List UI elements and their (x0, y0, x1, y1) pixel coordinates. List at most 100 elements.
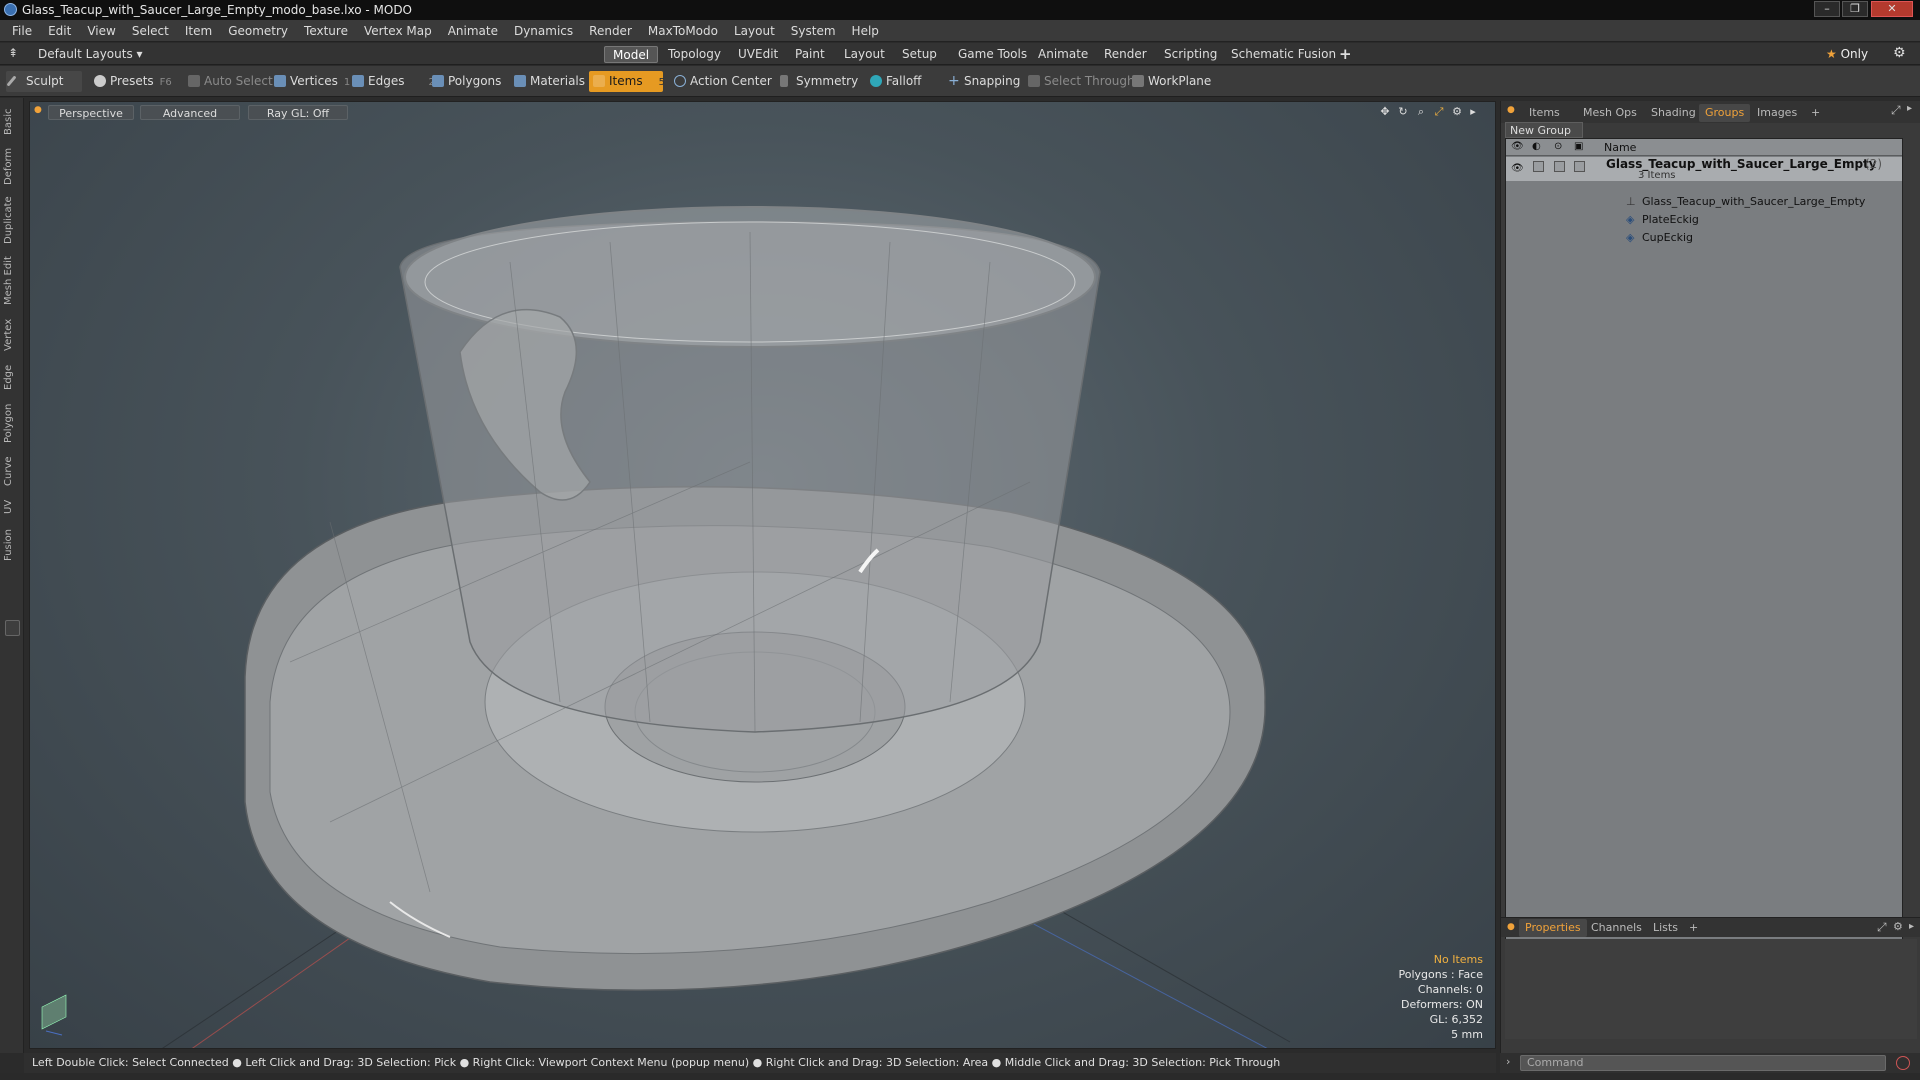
command-input[interactable]: Command (1520, 1055, 1886, 1071)
tab-animate[interactable]: Animate (1030, 46, 1096, 63)
tab-setup[interactable]: Setup (894, 46, 945, 63)
tab-scripting[interactable]: Scripting (1156, 46, 1225, 63)
new-group-button[interactable]: New Group (1505, 122, 1583, 138)
add-properties-tab-button[interactable]: + (1683, 919, 1704, 937)
left-panel-toggle[interactable] (5, 620, 20, 636)
perspective-dropdown[interactable]: Perspective (48, 105, 134, 120)
name-column-header[interactable]: Name (1604, 141, 1636, 154)
properties-maximize-icon[interactable]: ⤢ (1877, 920, 1887, 935)
viewport-expand-arrow-icon[interactable]: ▸ (1466, 105, 1480, 119)
vtab-curve[interactable]: Curve (3, 454, 21, 488)
group-visibility-eye-icon[interactable]: 👁 (1511, 160, 1524, 178)
tab-schematic-fusion[interactable]: Schematic Fusion (1223, 46, 1344, 63)
close-button[interactable]: ✕ (1871, 1, 1913, 17)
settings-gear-icon[interactable]: ⚙ (1893, 45, 1906, 61)
maximize-button[interactable]: ❐ (1842, 1, 1868, 17)
presets-button[interactable]: Presets F6 (90, 71, 172, 92)
raygl-toggle[interactable]: Ray GL: Off (248, 105, 348, 120)
vtab-basic[interactable]: Basic (3, 106, 21, 138)
group-select-toggle[interactable] (1574, 161, 1585, 172)
edges-button[interactable]: Edges2 (348, 71, 435, 92)
vtab-vertex[interactable]: Vertex (3, 316, 21, 354)
select-through-button[interactable]: Select Through (1024, 71, 1135, 92)
group-render-toggle[interactable] (1533, 161, 1544, 172)
tab-layout[interactable]: Layout (836, 46, 893, 63)
tab-render[interactable]: Render (1096, 46, 1155, 63)
select-column-icon[interactable]: ▣ (1574, 141, 1583, 152)
menu-item[interactable]: Item (177, 20, 220, 42)
vtab-duplicate[interactable]: Duplicate (3, 194, 21, 246)
snapping-button[interactable]: + Snapping (944, 71, 1020, 92)
tab-mesh-ops[interactable]: Mesh Ops (1577, 104, 1643, 122)
vtab-mesh-edit[interactable]: Mesh Edit (3, 254, 21, 308)
render-column-icon[interactable]: ◐ (1532, 141, 1541, 152)
materials-button[interactable]: Materials (510, 71, 585, 92)
properties-menu-dot-icon[interactable]: ● (1507, 922, 1515, 932)
vtab-edge[interactable]: Edge (3, 362, 21, 392)
menu-geometry[interactable]: Geometry (220, 20, 296, 42)
falloff-button[interactable]: Falloff (866, 71, 921, 92)
layout-menu-icon[interactable]: ⇞ (8, 46, 18, 60)
menu-edit[interactable]: Edit (40, 20, 79, 42)
polygons-button[interactable]: Polygons (428, 71, 501, 92)
sculpt-button[interactable]: Sculpt (6, 71, 82, 92)
panel-maximize-icon[interactable]: ⤢ (1891, 103, 1901, 118)
add-panel-tab-button[interactable]: + (1805, 104, 1826, 122)
zoom-icon[interactable]: ⌕ (1414, 105, 1428, 119)
vtab-fusion[interactable]: Fusion (3, 526, 21, 564)
rotate-view-icon[interactable]: ↻ (1396, 105, 1410, 119)
menu-layout[interactable]: Layout (726, 20, 783, 42)
tab-properties[interactable]: Properties (1519, 919, 1587, 937)
group-lock-toggle[interactable] (1554, 161, 1565, 172)
action-center-button[interactable]: Action Center (670, 71, 772, 92)
command-history-arrow-icon[interactable]: › (1506, 1055, 1510, 1068)
properties-arrow-icon[interactable]: ▸ (1909, 921, 1914, 932)
panel-arrow-icon[interactable]: ▸ (1907, 103, 1912, 114)
tab-lists[interactable]: Lists (1647, 919, 1684, 937)
vtab-polygon[interactable]: Polygon (3, 400, 21, 446)
symmetry-button[interactable]: Symmetry (776, 71, 858, 92)
add-tab-button[interactable]: + (1331, 46, 1360, 63)
menu-file[interactable]: File (0, 20, 40, 42)
tab-images[interactable]: Images (1751, 104, 1803, 122)
tab-items[interactable]: Items (1523, 104, 1566, 122)
menu-texture[interactable]: Texture (296, 20, 356, 42)
group-child-row[interactable]: ⊥ Glass_Teacup_with_Saucer_Large_Empty (1506, 193, 1902, 211)
lock-column-icon[interactable]: ⊙ (1554, 141, 1562, 152)
menu-dynamics[interactable]: Dynamics (506, 20, 581, 42)
menu-maxtomodo[interactable]: MaxToModo (640, 20, 726, 42)
group-row[interactable]: 👁 Glass_Teacup_with_Saucer_Large_Empty (… (1506, 157, 1902, 181)
pan-icon[interactable]: ✥ (1378, 105, 1392, 119)
fit-view-icon[interactable]: ⤢ (1432, 105, 1446, 119)
vtab-uv[interactable]: UV (3, 496, 21, 518)
only-toggle[interactable]: ★ Only (1818, 46, 1876, 63)
items-button[interactable]: Items 5 (589, 71, 665, 92)
menu-animate[interactable]: Animate (440, 20, 506, 42)
menu-view[interactable]: View (79, 20, 123, 42)
viewport-menu-dot-icon[interactable]: ● (34, 105, 42, 115)
shading-style-dropdown[interactable]: Advanced (140, 105, 240, 120)
group-child-row[interactable]: ◈ CupEckig (1506, 229, 1902, 247)
menu-select[interactable]: Select (124, 20, 177, 42)
viewport-options-gear-icon[interactable]: ⚙ (1450, 105, 1464, 119)
menu-render[interactable]: Render (581, 20, 640, 42)
tab-groups[interactable]: Groups (1699, 104, 1751, 122)
tab-channels[interactable]: Channels (1585, 919, 1648, 937)
tab-shading[interactable]: Shading (1645, 104, 1702, 122)
tab-uvedit[interactable]: UVEdit (730, 46, 786, 63)
panel-menu-dot-icon[interactable]: ● (1507, 105, 1515, 115)
group-child-row[interactable]: ◈ PlateEckig (1506, 211, 1902, 229)
menu-help[interactable]: Help (844, 20, 887, 42)
vtab-deform[interactable]: Deform (3, 146, 21, 186)
minimize-button[interactable]: – (1814, 1, 1840, 17)
command-stop-icon[interactable] (1896, 1056, 1910, 1070)
tab-paint[interactable]: Paint (787, 46, 833, 63)
3d-viewport[interactable]: ● Perspective Advanced Ray GL: Off ✥ ↻ ⌕… (29, 101, 1496, 1049)
menu-system[interactable]: System (783, 20, 844, 42)
vertices-button[interactable]: Vertices 1 (270, 71, 350, 92)
tab-model[interactable]: Model (604, 46, 659, 63)
auto-select-button[interactable]: Auto Select (184, 71, 273, 92)
visibility-column-icon[interactable]: 👁 (1511, 141, 1524, 152)
default-layouts-dropdown[interactable]: Default Layouts ▾ (38, 46, 143, 62)
workplane-button[interactable]: WorkPlane (1128, 71, 1211, 92)
